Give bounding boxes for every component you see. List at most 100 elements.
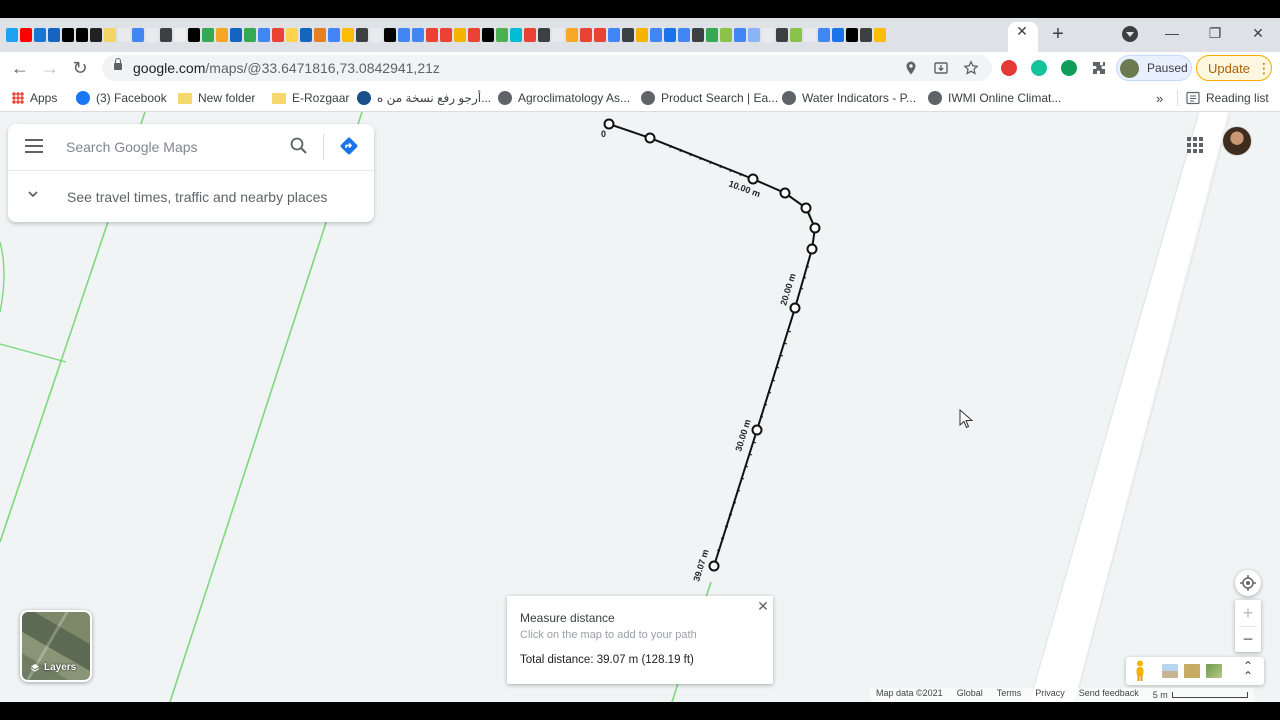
measure-point[interactable]: [708, 560, 720, 572]
travel-times-row[interactable]: See travel times, traffic and nearby pla…: [8, 171, 374, 222]
measure-point[interactable]: [779, 187, 791, 199]
footer-terms-link[interactable]: Terms: [997, 688, 1022, 702]
expand-imagery-icon[interactable]: ⌃ ⌃: [1240, 660, 1256, 682]
address-bar[interactable]: google.com/maps/@33.6471816,73.0842941,2…: [102, 55, 992, 81]
tab-favicon-icon[interactable]: [622, 28, 634, 42]
tab-favicon-icon[interactable]: [874, 28, 886, 42]
tab-favicon-icon[interactable]: [580, 28, 592, 42]
tab-favicon-icon[interactable]: [762, 28, 774, 42]
tab-favicon-icon[interactable]: [818, 28, 830, 42]
extensions-puzzle-icon[interactable]: [1091, 60, 1107, 76]
footer-feedback-link[interactable]: Send feedback: [1079, 688, 1139, 702]
tab-favicon-icon[interactable]: [650, 28, 662, 42]
map-canvas[interactable]: 0 10.00 m 20.00 m 30.00 m 39.07 m See tr…: [0, 112, 1280, 702]
new-tab-button[interactable]: +: [1048, 24, 1068, 44]
tab-favicon-icon[interactable]: [734, 28, 746, 42]
tab-favicon-icon[interactable]: [34, 28, 46, 42]
imagery-thumb[interactable]: [1206, 664, 1222, 678]
tab-favicon-icon[interactable]: [76, 28, 88, 42]
tab-favicon-icon[interactable]: [636, 28, 648, 42]
tab-favicon-icon[interactable]: [230, 28, 242, 42]
tab-favicon-icon[interactable]: [552, 28, 564, 42]
bookmark-item[interactable]: Product Search | Ea...: [641, 90, 778, 106]
tab-favicon-icon[interactable]: [118, 28, 130, 42]
tab-favicon-icon[interactable]: [370, 28, 382, 42]
browser-menu-icon[interactable]: ⋮: [1257, 60, 1271, 77]
lock-icon[interactable]: [114, 58, 122, 70]
tab-favicon-icon[interactable]: [6, 28, 18, 42]
tab-favicon-icon[interactable]: [412, 28, 424, 42]
tab-favicon-icon[interactable]: [678, 28, 690, 42]
forward-arrow-icon[interactable]: →: [40, 58, 60, 78]
green-extension-icon[interactable]: [1061, 60, 1077, 76]
close-window-button[interactable]: ✕: [1248, 24, 1268, 42]
bookmark-item[interactable]: Water Indicators - P...: [782, 90, 916, 106]
tab-favicon-icon[interactable]: [608, 28, 620, 42]
bookmark-item[interactable]: E-Rozgaar: [272, 90, 349, 106]
imagery-thumb[interactable]: [1184, 664, 1200, 678]
tab-favicon-icon[interactable]: [258, 28, 270, 42]
tab-favicon-icon[interactable]: [748, 28, 760, 42]
tab-favicon-icon[interactable]: [524, 28, 536, 42]
tab-favicon-icon[interactable]: [482, 28, 494, 42]
tab-favicon-icon[interactable]: [776, 28, 788, 42]
restore-button[interactable]: ❐: [1205, 24, 1225, 42]
tab-favicon-icon[interactable]: [496, 28, 508, 42]
zoom-out-button[interactable]: −: [1235, 626, 1261, 652]
tab-favicon-icon[interactable]: [398, 28, 410, 42]
tab-favicon-icon[interactable]: [202, 28, 214, 42]
tab-favicon-icon[interactable]: [62, 28, 74, 42]
measure-point[interactable]: [751, 424, 763, 436]
tab-favicon-icon[interactable]: [538, 28, 550, 42]
tab-favicon-icon[interactable]: [356, 28, 368, 42]
tab-favicon-icon[interactable]: [804, 28, 816, 42]
tab-favicon-icon[interactable]: [566, 28, 578, 42]
install-app-icon[interactable]: [933, 60, 949, 76]
reading-list-button[interactable]: Reading list: [1186, 90, 1269, 106]
bookmark-item[interactable]: Agroclimatology As...: [498, 90, 630, 106]
tab-favicon-icon[interactable]: [48, 28, 60, 42]
tab-favicon-icon[interactable]: [468, 28, 480, 42]
tab-favicon-icon[interactable]: [510, 28, 522, 42]
tab-favicon-icon[interactable]: [440, 28, 452, 42]
footer-privacy-link[interactable]: Privacy: [1035, 688, 1065, 702]
profile-paused-button[interactable]: Paused: [1116, 55, 1192, 81]
measure-point[interactable]: [644, 132, 656, 144]
measure-point[interactable]: [800, 202, 812, 214]
opera-extension-icon[interactable]: [1001, 60, 1017, 76]
tab-favicon-icon[interactable]: [104, 28, 116, 42]
measure-point[interactable]: [809, 222, 821, 234]
tab-favicon-icon[interactable]: [720, 28, 732, 42]
bookmark-item[interactable]: أرجو رفع نسخة من ه...: [357, 90, 491, 106]
tab-favicon-icon[interactable]: [426, 28, 438, 42]
search-icon[interactable]: [289, 136, 309, 156]
bookmark-star-icon[interactable]: [963, 60, 979, 76]
zoom-in-button[interactable]: +: [1235, 600, 1261, 626]
tab-favicon-icon[interactable]: [314, 28, 326, 42]
location-pin-icon[interactable]: [903, 60, 919, 76]
tab-favicon-icon[interactable]: [664, 28, 676, 42]
tab-favicon-icon[interactable]: [860, 28, 872, 42]
my-location-button[interactable]: [1235, 570, 1261, 596]
measure-close-icon[interactable]: ✕: [756, 599, 770, 613]
measure-point[interactable]: [603, 118, 615, 130]
tab-favicon-icon[interactable]: [832, 28, 844, 42]
tab-favicon-icon[interactable]: [846, 28, 858, 42]
tab-favicon-icon[interactable]: [692, 28, 704, 42]
bookmarks-overflow-chevron[interactable]: »: [1156, 90, 1163, 106]
tab-favicon-icon[interactable]: [146, 28, 158, 42]
tab-favicon-icon[interactable]: [384, 28, 396, 42]
tab-favicon-icon[interactable]: [90, 28, 102, 42]
directions-icon[interactable]: [339, 136, 359, 156]
url-text[interactable]: google.com/maps/@33.6471816,73.0842941,2…: [133, 60, 440, 76]
minimize-button[interactable]: —: [1162, 24, 1182, 42]
bookmark-item[interactable]: New folder: [178, 90, 255, 106]
tab-favicon-icon[interactable]: [20, 28, 32, 42]
maps-search-input[interactable]: [66, 135, 281, 159]
tab-favicon-icon[interactable]: [342, 28, 354, 42]
tab-search-icon[interactable]: [1122, 26, 1138, 42]
tab-favicon-icon[interactable]: [216, 28, 228, 42]
bookmark-item[interactable]: Apps: [12, 90, 57, 106]
tab-favicon-icon[interactable]: [454, 28, 466, 42]
tab-favicon-icon[interactable]: [594, 28, 606, 42]
